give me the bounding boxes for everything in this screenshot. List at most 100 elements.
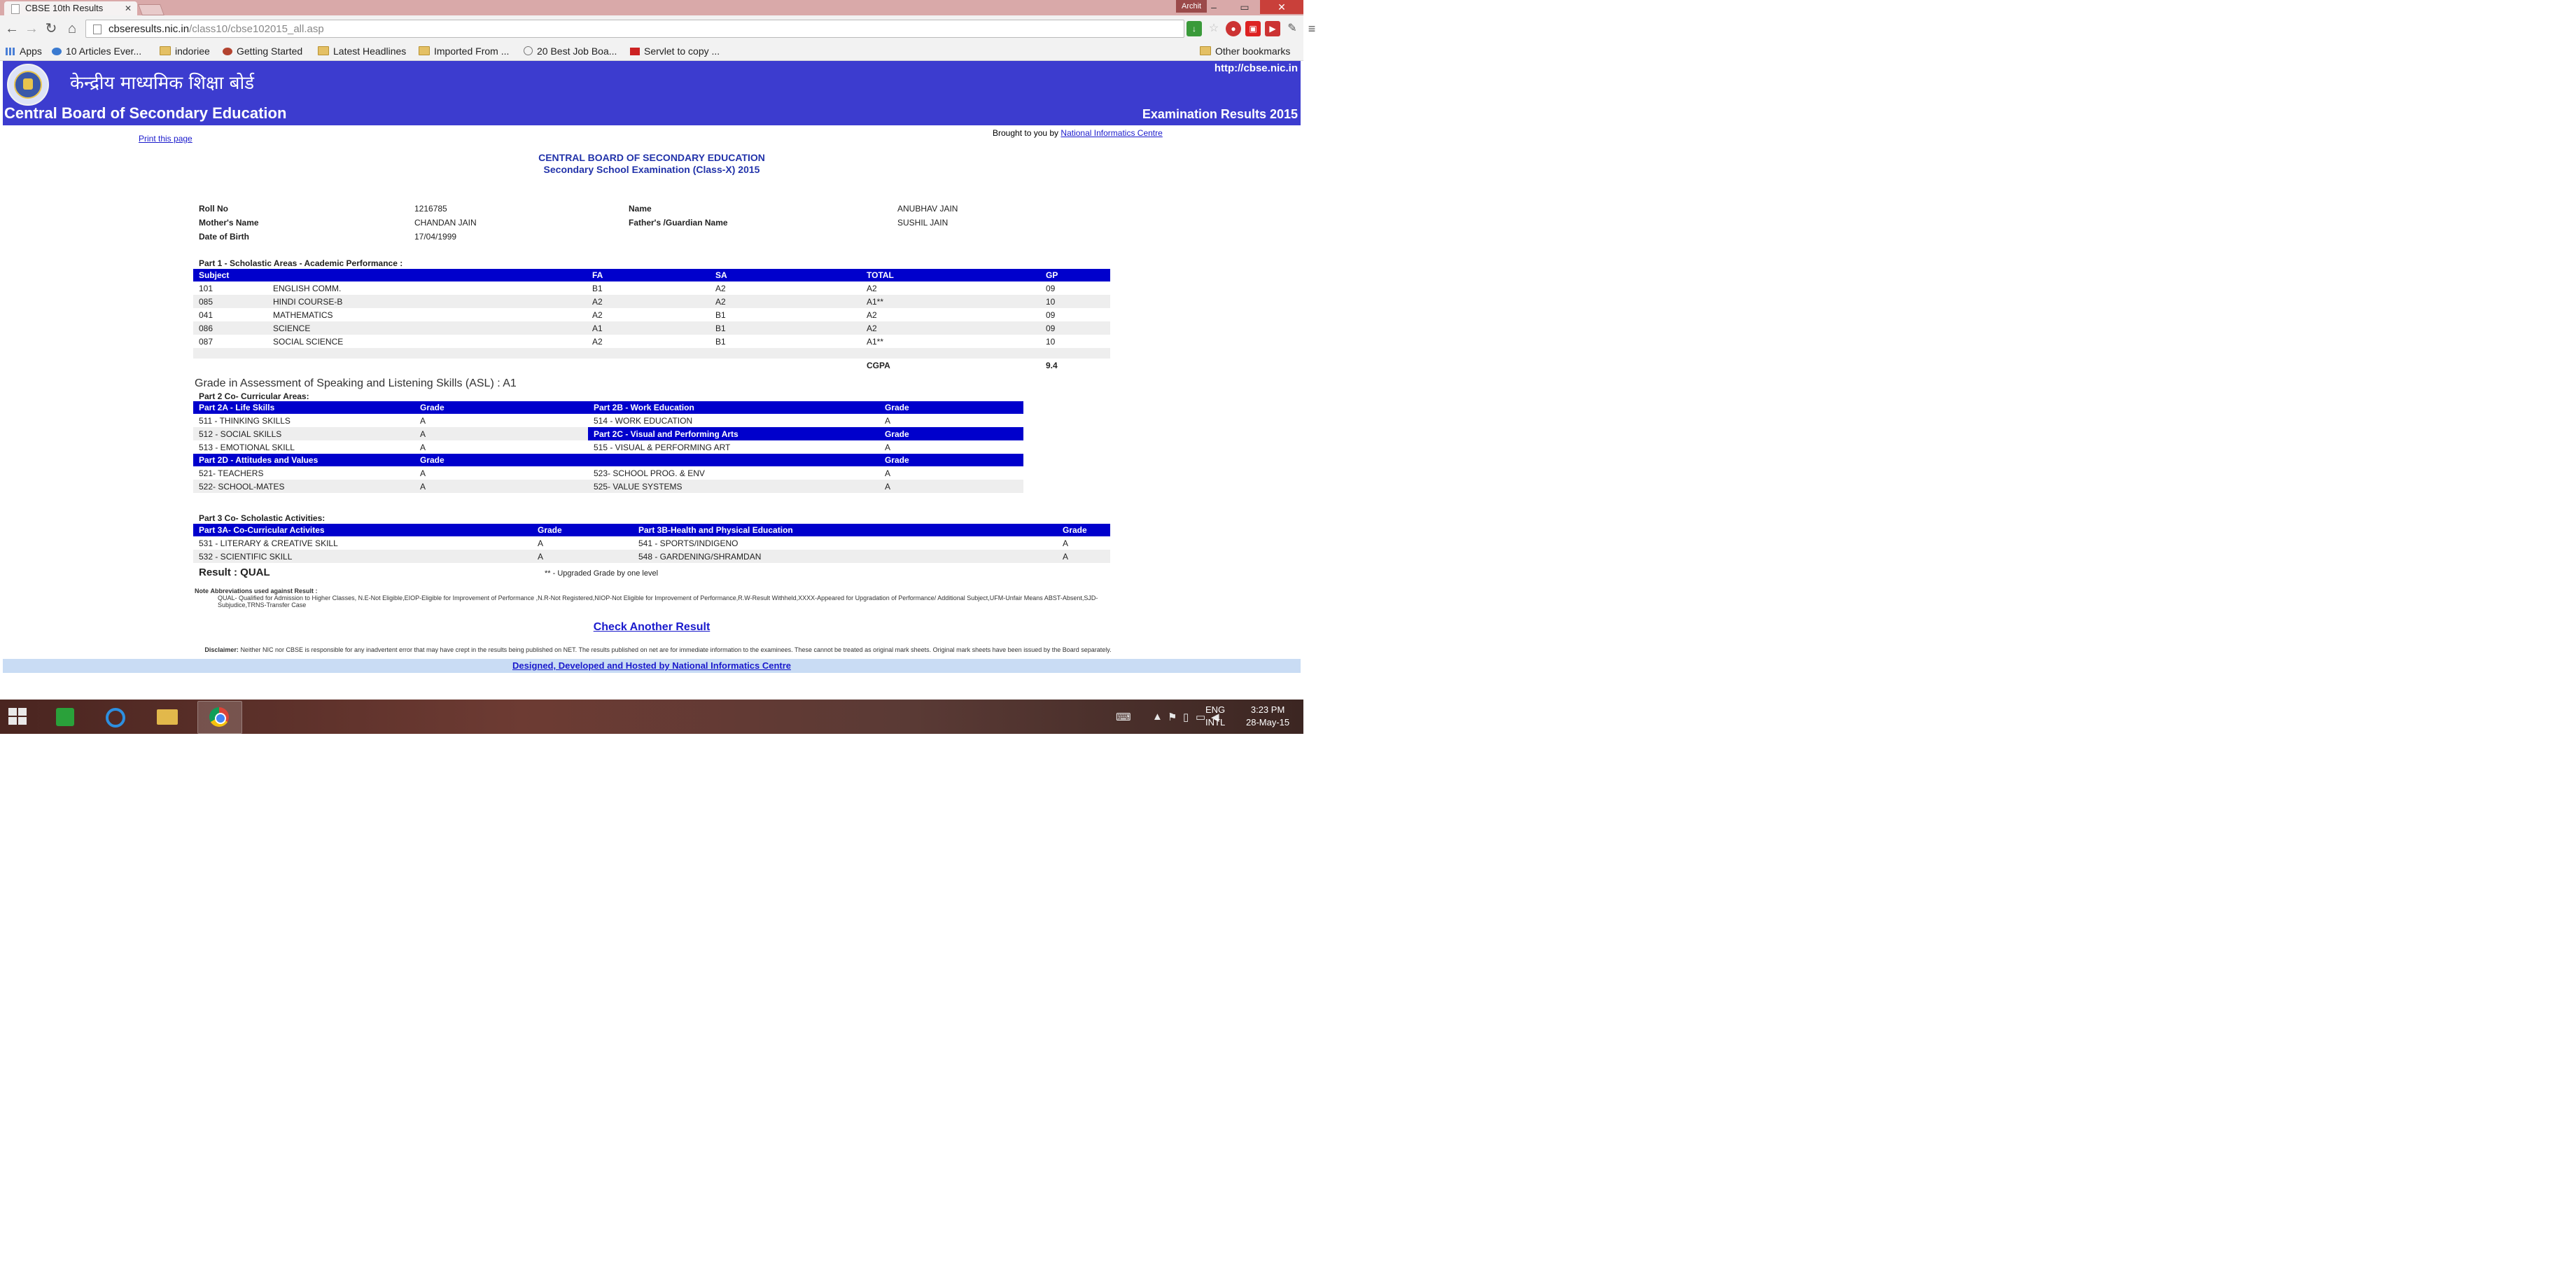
subject-name: SCIENCE <box>267 321 587 335</box>
browser-tab[interactable]: CBSE 10th Results ✕ <box>4 1 137 15</box>
result-status: Result : QUAL <box>199 566 270 578</box>
bookmark-other[interactable]: Other bookmarks <box>1200 45 1290 57</box>
result-heading-line1: CENTRAL BOARD OF SECONDARY EDUCATION <box>538 152 765 163</box>
value-grade: A <box>885 468 891 478</box>
back-arrow-icon[interactable]: ← <box>3 20 21 38</box>
skill-label: 512 - SOCIAL SKILLS <box>193 427 414 440</box>
new-tab-button[interactable] <box>138 4 164 15</box>
dob-label: Date of Birth <box>199 232 249 242</box>
col-gp: GP <box>1040 269 1110 281</box>
activity-label: 548 - GARDENING/SHRAMDAN <box>633 550 1057 563</box>
activity-label: 532 - SCIENTIFIC SKILL <box>193 550 532 563</box>
nic-link[interactable]: National Informatics Centre <box>1060 128 1162 138</box>
battery-icon[interactable]: ▯ <box>1183 711 1189 723</box>
adblock-icon[interactable]: ● <box>1226 21 1241 36</box>
sa-grade: A2 <box>710 295 861 308</box>
action-center-flag-icon[interactable]: ⚑ <box>1168 711 1177 723</box>
skill-label: 515 - VISUAL & PERFORMING ART <box>594 442 731 452</box>
sa-grade: B1 <box>715 309 726 320</box>
table-row: 512 - SOCIAL SKILLS A Part 2C - Visual a… <box>193 427 1023 440</box>
store-app-icon[interactable] <box>43 701 87 732</box>
table-row: 531 - LITERARY & CREATIVE SKILL A 541 - … <box>193 536 1110 550</box>
col-sa: SA <box>710 269 861 281</box>
bookmark-20-best-job[interactable]: 20 Best Job Boa... <box>524 45 617 57</box>
tab-strip: CBSE 10th Results ✕ Archit – ▭ ✕ <box>0 0 1303 15</box>
page-info-icon[interactable] <box>93 25 102 34</box>
footer-nic-link[interactable]: Designed, Developed and Hosted by Nation… <box>512 660 791 671</box>
network-icon[interactable]: ▭ <box>1196 711 1205 723</box>
part2d-header: Part 2D - Attitudes and Values <box>193 454 414 466</box>
subject-name: SOCIAL SCIENCE <box>273 336 344 347</box>
close-window-icon[interactable]: ✕ <box>1260 0 1303 14</box>
keyboard-icon[interactable]: ⌨ <box>1116 711 1131 723</box>
clock-date: 28-May-15 <box>1246 717 1290 728</box>
address-bar[interactable]: cbseresults.nic.in/class10/cbse102015_al… <box>85 20 1184 38</box>
disclaimer-text: Neither NIC nor CBSE is responsible for … <box>240 646 1112 653</box>
menu-icon[interactable]: ≡ <box>1304 21 1320 36</box>
skill-grade: A <box>420 442 426 452</box>
internet-explorer-icon[interactable] <box>94 701 137 732</box>
pdf-extension-icon[interactable]: ▣ <box>1245 21 1261 36</box>
home-icon[interactable]: ⌂ <box>63 20 81 38</box>
table-row: 041 MATHEMATICS A2 B1 A2 09 <box>193 308 1110 321</box>
input-language[interactable]: ENG INTL <box>1205 704 1225 729</box>
extension-icons: ↓ ☆ ● ▣ ▶ ✎ ≡ <box>1186 21 1320 36</box>
fa-grade: A1 <box>587 321 710 335</box>
subject-code: 085 <box>193 295 267 308</box>
fa-grade: A2 <box>592 309 603 320</box>
table-header: Subject FA SA TOTAL GP <box>193 269 1110 281</box>
bookmark-label: indoriee <box>175 46 210 57</box>
bookmark-servlet[interactable]: Servlet to copy ... <box>630 45 720 57</box>
clock-time: 3:23 PM <box>1250 704 1285 715</box>
table-row: 511 - THINKING SKILLS A 514 - WORK EDUCA… <box>193 414 1023 427</box>
maximize-icon[interactable]: ▭ <box>1229 0 1260 14</box>
subject-code: 086 <box>193 321 267 335</box>
value-grade: A <box>414 480 588 493</box>
bookmark-latest-headlines[interactable]: Latest Headlines <box>318 45 406 57</box>
windows-start-icon[interactable] <box>8 708 28 726</box>
total-grade: A2 <box>867 309 877 320</box>
show-hidden-icons-icon[interactable]: ▲ <box>1152 711 1163 723</box>
table-row: 521- TEACHERS A 523- SCHOOL PROG. & ENV … <box>193 466 1023 480</box>
bookmark-imported[interactable]: Imported From ... <box>419 45 509 57</box>
value-label: 522- SCHOOL-MATES <box>193 480 414 493</box>
page-favicon-icon <box>11 4 20 14</box>
print-page-link[interactable]: Print this page <box>139 134 192 144</box>
file-explorer-icon[interactable] <box>146 701 189 732</box>
note-heading: Abbreviations used against Result : <box>210 587 318 594</box>
system-clock[interactable]: 3:23 PM 28-May-15 <box>1246 704 1289 729</box>
bookmark-apps[interactable]: Apps <box>6 45 42 57</box>
name-label: Name <box>629 204 652 214</box>
reload-icon[interactable]: ↻ <box>42 20 60 38</box>
part3-title: Part 3 Co- Scholastic Activities: <box>199 513 326 523</box>
skill-label: 511 - THINKING SKILLS <box>199 415 290 426</box>
bookmark-indoriee[interactable]: indoriee <box>160 45 210 57</box>
total-grade: A1** <box>867 336 884 347</box>
tools-extension-icon[interactable]: ✎ <box>1284 21 1300 36</box>
minimize-icon[interactable]: – <box>1198 0 1229 14</box>
screen: CBSE 10th Results ✕ Archit – ▭ ✕ ← → ↻ ⌂… <box>0 0 1315 734</box>
video-extension-icon[interactable]: ▶ <box>1265 21 1280 36</box>
bookmark-label: Servlet to copy ... <box>644 46 720 57</box>
check-another-result-link[interactable]: Check Another Result <box>0 621 1303 634</box>
banner-hindi-title: केन्द्रीय माध्यमिक शिक्षा बोर्ड <box>70 73 255 94</box>
banner-site-url[interactable]: http://cbse.nic.in <box>1214 62 1298 74</box>
part3-table: Part 3A- Co-Curricular Activites Grade P… <box>193 524 1110 563</box>
extension-save-icon[interactable]: ↓ <box>1186 21 1202 36</box>
skill-grade: A <box>885 442 891 452</box>
activity-grade: A <box>538 538 544 548</box>
father-value: SUSHIL JAIN <box>897 218 948 228</box>
chrome-app-icon[interactable] <box>197 701 242 734</box>
roll-label: Roll No <box>199 204 228 214</box>
part3a-header: Part 3A- Co-Curricular Activites <box>193 524 532 536</box>
close-tab-icon[interactable]: ✕ <box>125 1 132 15</box>
browser-toolbar: ← → ↻ ⌂ cbseresults.nic.in/class10/cbse1… <box>0 15 1315 43</box>
disclaimer: Disclaimer: Neither NIC nor CBSE is resp… <box>168 646 1148 653</box>
bookmark-10-articles[interactable]: 10 Articles Ever... <box>52 45 141 57</box>
bookmark-star-icon[interactable]: ☆ <box>1206 21 1222 36</box>
bookmark-getting-started[interactable]: Getting Started <box>223 45 302 57</box>
grade-header: Grade <box>1057 524 1110 536</box>
bookmark-label: 20 Best Job Boa... <box>537 46 617 57</box>
forward-arrow-icon[interactable]: → <box>22 20 41 38</box>
fa-grade: A2 <box>587 295 710 308</box>
